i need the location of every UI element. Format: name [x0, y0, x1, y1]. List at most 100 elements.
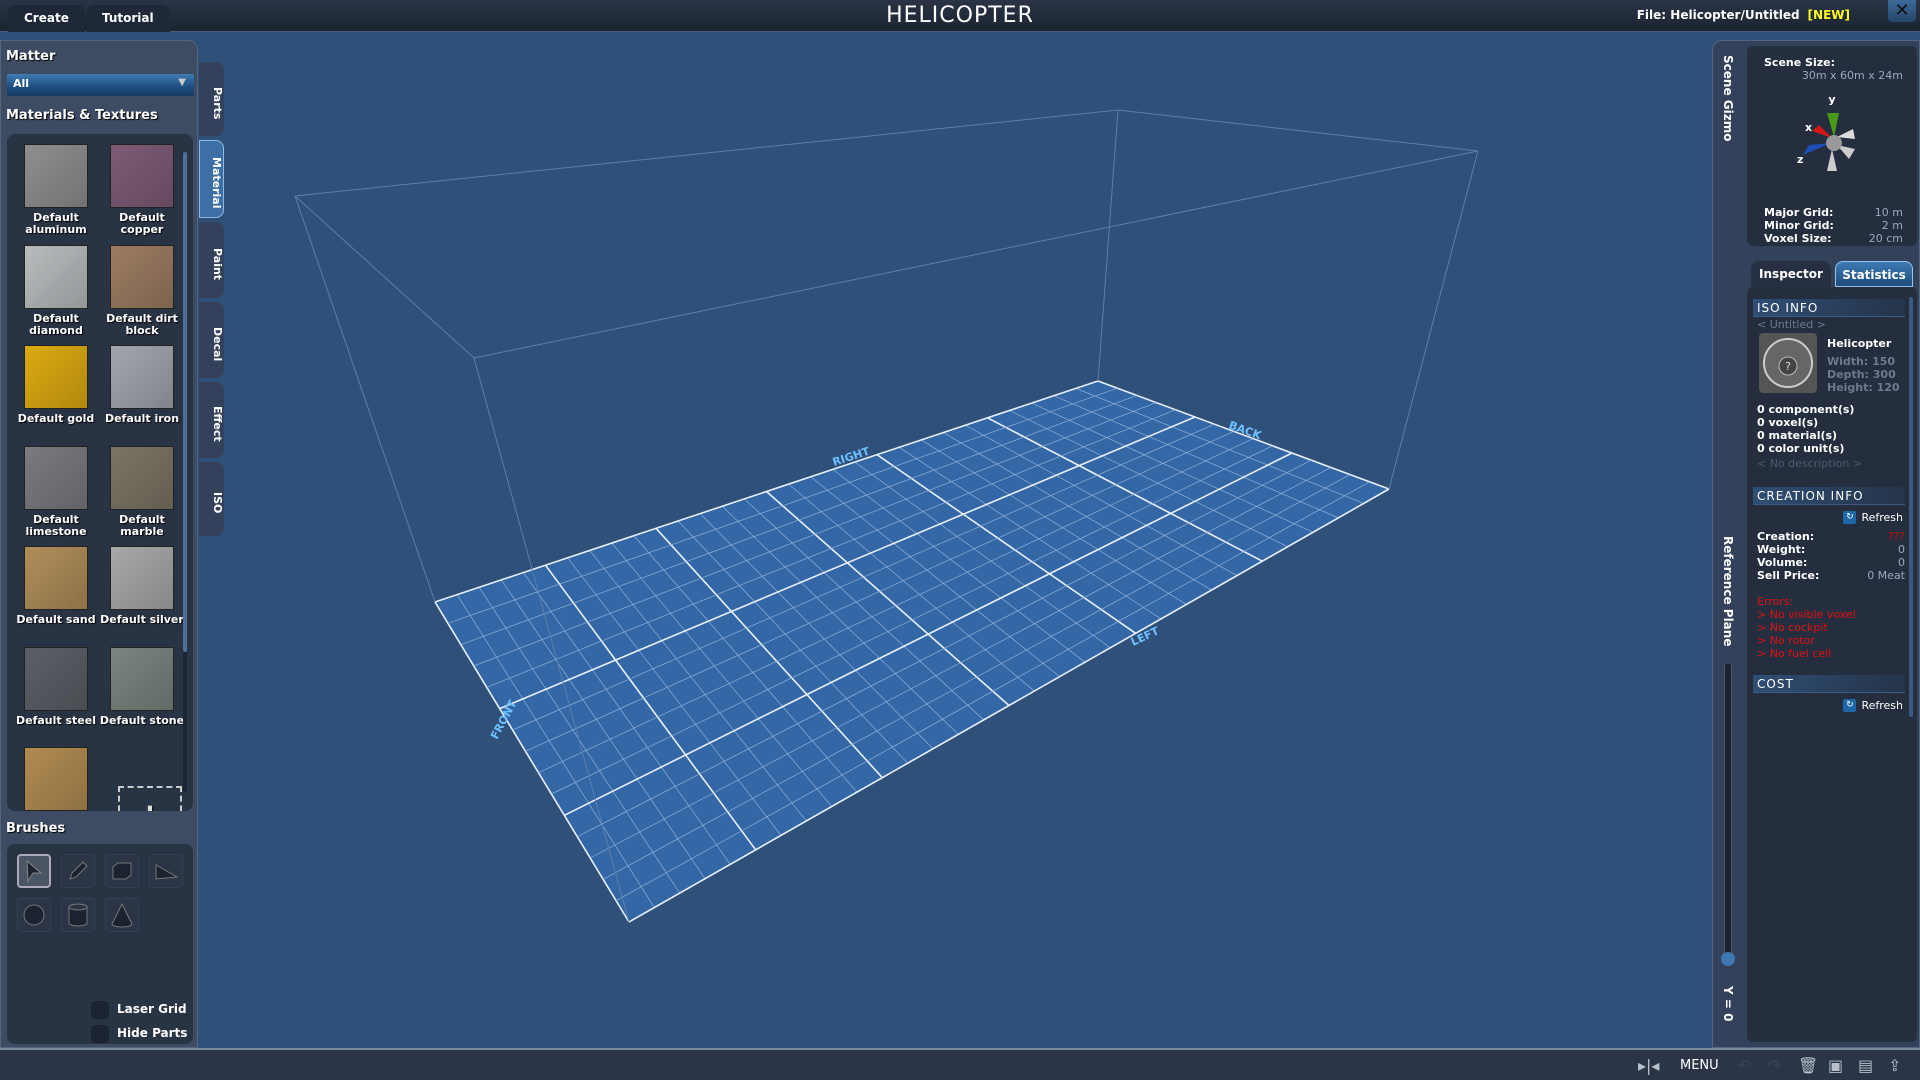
stat-sell-price: Sell Price: 0 Meat [1757, 569, 1905, 582]
reference-plane-slider-handle[interactable] [1721, 952, 1735, 966]
material-tile[interactable]: Default steel [13, 646, 99, 727]
material-name: Default silver [100, 613, 184, 626]
grid-floor [435, 381, 1389, 922]
axis-label-z: z [1797, 153, 1803, 166]
save-icon[interactable]: ▣ [1828, 1056, 1843, 1075]
trash-icon[interactable]: 🗑 [1798, 1056, 1818, 1075]
material-tile[interactable]: Default iron [99, 345, 185, 425]
refresh-label: Refresh [1861, 699, 1903, 712]
statistics-scrollbar[interactable] [1909, 297, 1913, 717]
materials-label: Materials & Textures [6, 108, 158, 123]
pencil-icon [69, 861, 88, 880]
side-tab-parts[interactable]: Parts [199, 62, 224, 136]
material-swatch [110, 546, 174, 610]
file-label: File: [1636, 8, 1667, 22]
sphere-brush-button[interactable] [17, 898, 51, 932]
material-tile[interactable] [13, 747, 99, 811]
reference-plane-slider[interactable] [1724, 662, 1732, 962]
bounds-line [294, 195, 475, 359]
export-icon[interactable]: ⇪ [1888, 1056, 1901, 1075]
minor-grid-value: 2 m [1881, 219, 1903, 232]
major-grid-value: 10 m [1874, 206, 1903, 219]
side-tab-material[interactable]: Material [199, 140, 224, 218]
material-tile[interactable]: Default limestone [13, 445, 99, 538]
cylinder-brush-button[interactable] [61, 898, 95, 932]
save-as-icon[interactable]: ▤ [1858, 1056, 1873, 1075]
side-tab-iso[interactable]: ISO [199, 462, 224, 536]
material-tile[interactable]: Default dirt block [99, 244, 185, 337]
material-tile[interactable]: Default stone [99, 646, 185, 727]
cone-brush-button[interactable] [105, 898, 139, 932]
file-path: Helicopter/Untitled [1670, 8, 1800, 22]
laser-grid-checkbox[interactable] [91, 1001, 109, 1019]
unknown-disc-icon: ? [1763, 338, 1813, 388]
bounds-line [294, 109, 1119, 197]
scene-size-value: 30m x 60m x 24m [1801, 69, 1903, 82]
material-swatch [110, 646, 174, 711]
redo-icon[interactable]: ↷ [1768, 1056, 1781, 1075]
brushes-label: Brushes [6, 821, 66, 836]
brushes-box: Laser Grid Hide Parts [7, 844, 193, 1044]
hide-parts-checkbox[interactable] [91, 1025, 109, 1043]
file-info: File: Helicopter/Untitled [NEW] [1637, 8, 1850, 22]
cursor-icon [26, 859, 43, 883]
refresh-label: Refresh [1861, 511, 1903, 524]
matter-select-value: All [13, 77, 30, 90]
material-name: Default steel [16, 713, 96, 727]
materials-scrollbar[interactable] [183, 152, 187, 792]
mirror-icon[interactable]: ▸|◂ [1638, 1056, 1659, 1075]
creation-info-header: CREATION INFO [1753, 487, 1905, 505]
material-tile[interactable]: Default marble [99, 445, 185, 538]
errors-label: Errors: [1757, 595, 1794, 608]
side-tab-decal[interactable]: Decal [199, 302, 224, 378]
close-icon[interactable]: ✕ [1888, 0, 1916, 22]
cost-refresh-button[interactable]: ↻ Refresh [1843, 699, 1903, 712]
creation-refresh-button[interactable]: ↻ Refresh [1843, 511, 1903, 524]
side-tab-effect[interactable]: Effect [199, 382, 224, 458]
material-tile[interactable]: Default aluminum [13, 144, 99, 236]
material-tile[interactable]: Default gold [13, 345, 99, 425]
undo-icon[interactable]: ↶ [1738, 1056, 1751, 1075]
iso-name: < Untitled > [1757, 318, 1826, 331]
cost-header: COST [1753, 675, 1905, 693]
error-item: > No visible voxel [1757, 608, 1856, 621]
refresh-icon: ↻ [1843, 699, 1857, 712]
3d-viewport[interactable]: FRONT LEFT RIGHT BACK [0, 32, 1920, 1048]
major-grid-label: Major Grid: [1764, 206, 1834, 219]
hide-parts-label: Hide Parts [117, 1026, 188, 1040]
select-brush-button[interactable] [17, 854, 51, 888]
material-name: Default gold [17, 412, 95, 425]
menu-button[interactable]: MENU [1680, 1058, 1719, 1073]
material-tile[interactable]: Default diamond [13, 244, 99, 337]
refresh-icon: ↻ [1843, 511, 1857, 524]
material-name: Default copper [119, 211, 165, 236]
left-panel: Matter All ▼ Materials & Textures Default… [0, 40, 198, 1048]
error-item: > No cockpit [1757, 621, 1828, 634]
tab-inspector[interactable]: Inspector [1751, 261, 1831, 287]
tab-statistics[interactable]: Statistics [1835, 261, 1913, 287]
error-item: > No fuel cell [1757, 647, 1832, 660]
iso-thumbnail: ? [1759, 333, 1817, 393]
add-material-button[interactable]: + [107, 786, 193, 811]
axis-gizmo[interactable]: y x z [1787, 91, 1877, 181]
iso-height: Height: 120 [1827, 381, 1900, 394]
stat-weight: Weight: 0 [1757, 543, 1905, 556]
iso-type: Helicopter [1827, 337, 1892, 350]
stat-volume: Volume: 0 [1757, 556, 1905, 569]
svg-text:?: ? [1785, 360, 1791, 373]
material-swatch [24, 646, 88, 711]
material-swatch [110, 144, 174, 208]
side-tab-paint[interactable]: Paint [199, 222, 224, 298]
pencil-brush-button[interactable] [61, 854, 95, 888]
wedge-brush-button[interactable] [149, 854, 183, 888]
material-tile[interactable]: Default sand [13, 546, 99, 626]
error-item: > No rotor [1757, 634, 1815, 647]
voxel-count: 0 voxel(s) [1757, 416, 1819, 429]
voxel-size-label: Voxel Size: [1764, 232, 1832, 245]
build-grid[interactable]: FRONTLEFTRIGHTBACK [0, 32, 1920, 1048]
matter-select[interactable]: All ▼ [7, 74, 194, 96]
material-tile[interactable]: Default silver [99, 546, 185, 626]
material-tile[interactable]: Default copper [99, 144, 185, 236]
box-brush-button[interactable] [105, 854, 139, 888]
scene-size-label: Scene Size: [1764, 56, 1835, 69]
